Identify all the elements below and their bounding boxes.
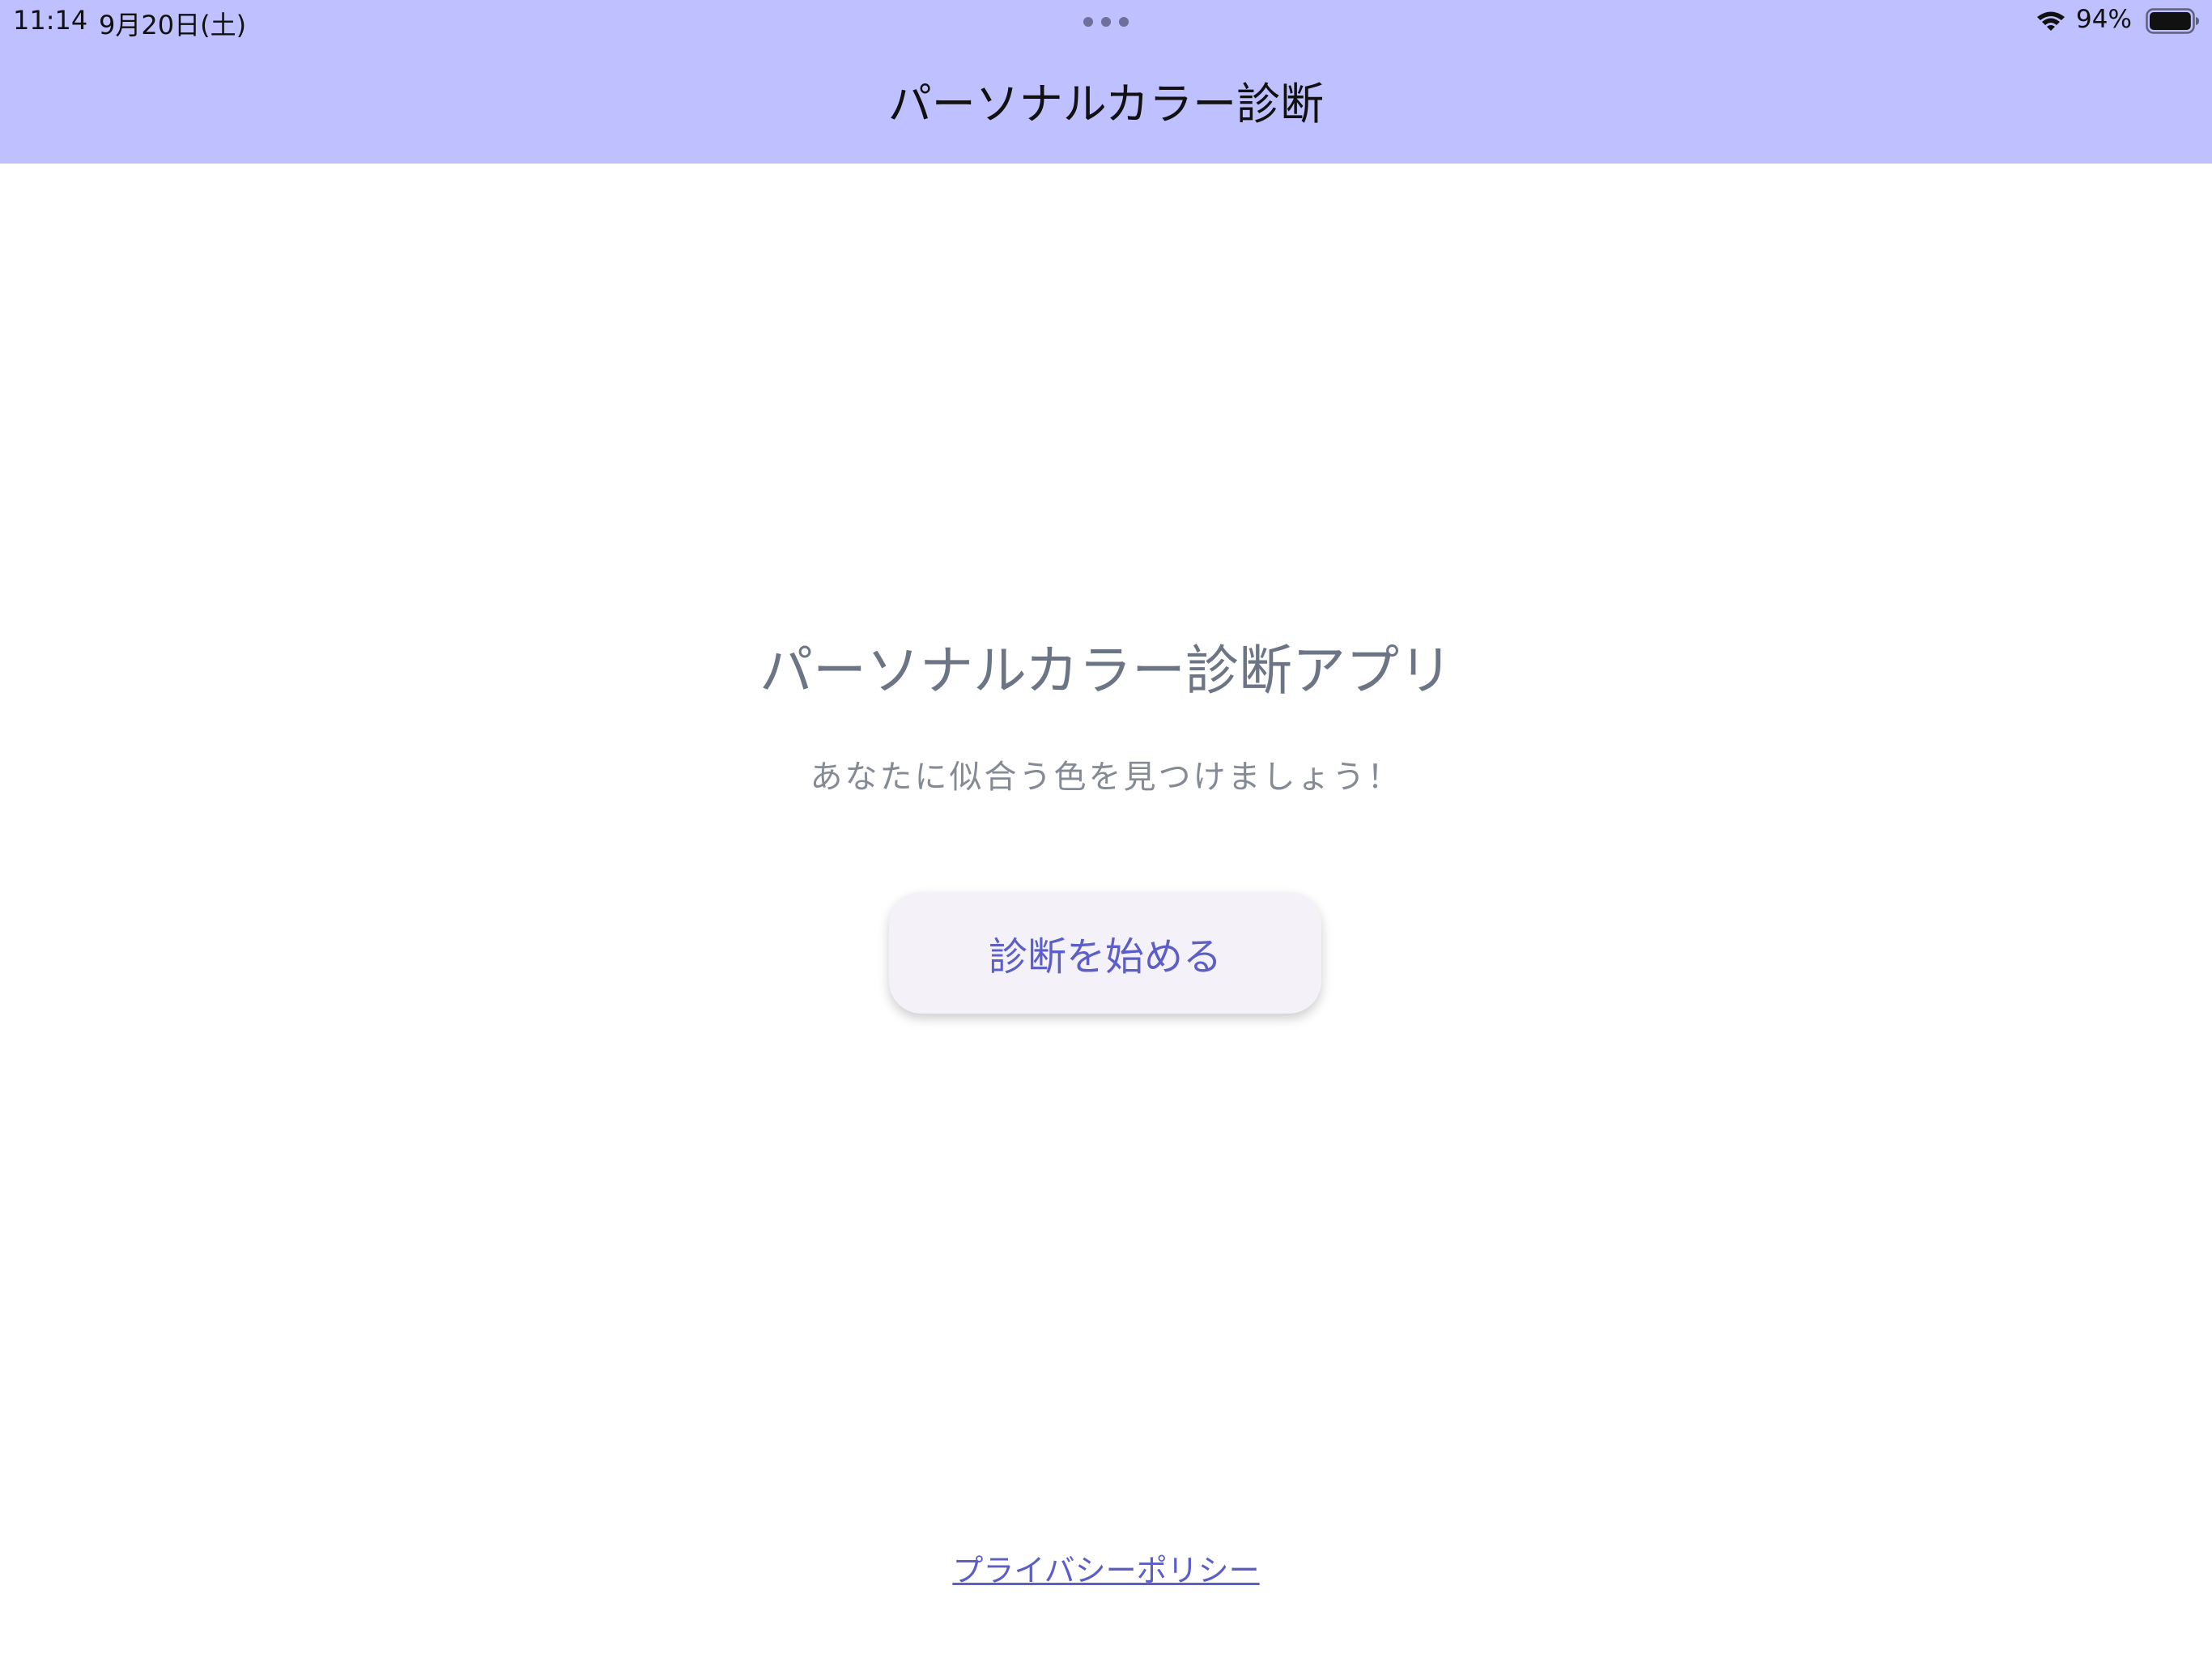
status-date: 9月20日(土) [99, 10, 247, 40]
battery-icon [2146, 8, 2199, 34]
header: 11:14 9月20日(土) 94% パーソナルカラー診断 [0, 0, 2212, 164]
nav-title: パーソナルカラー診断 [887, 79, 1325, 130]
status-time: 11:14 [13, 5, 88, 36]
app-title: パーソナルカラー診断アプリ [759, 640, 1453, 702]
multitasking-dots-icon[interactable] [1083, 16, 1129, 28]
app-subtitle: あなたに似合う色を見つけましょう！ [810, 759, 1402, 796]
battery-percent: 94% [2076, 5, 2132, 34]
start-diagnosis-button[interactable]: 診断を始める [889, 892, 1321, 1014]
privacy-policy-link[interactable]: プライバシーポリシー [0, 1548, 2212, 1593]
wifi-icon [2037, 11, 2065, 31]
status-bar: 11:14 9月20日(土) 94% [0, 0, 2212, 42]
